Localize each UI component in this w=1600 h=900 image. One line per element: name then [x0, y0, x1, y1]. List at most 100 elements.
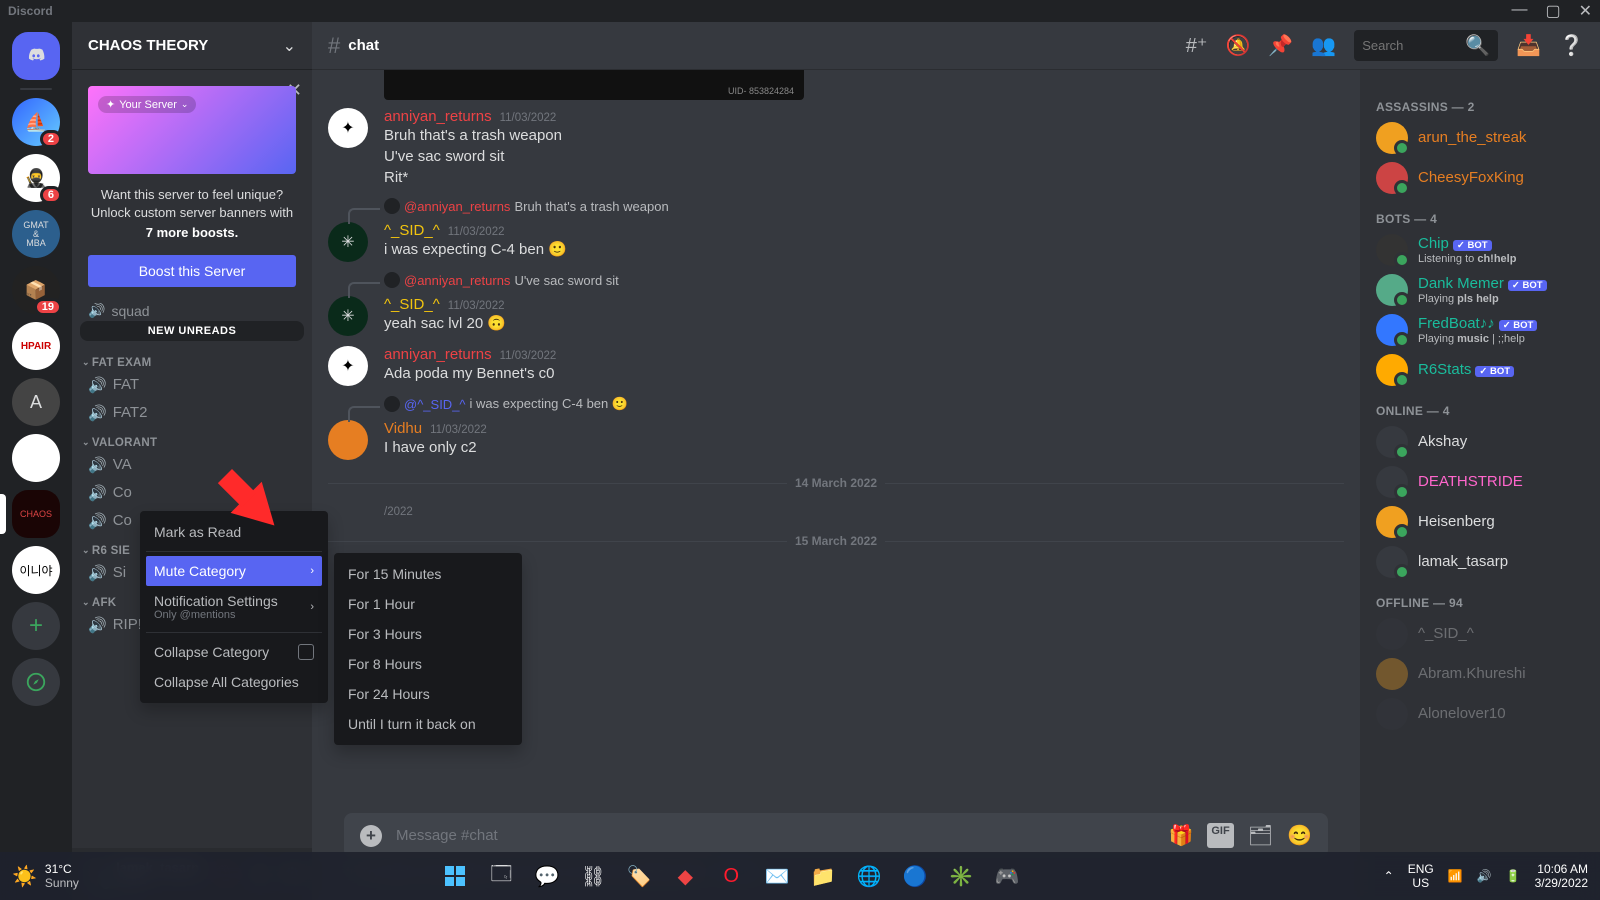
- search-box[interactable]: 🔍: [1354, 30, 1498, 61]
- boost-server-button[interactable]: Boost this Server: [88, 255, 296, 287]
- weather-widget[interactable]: ☀️ 31°CSunny: [12, 862, 79, 890]
- member-item[interactable]: Heisenberg: [1368, 502, 1592, 542]
- volume-icon[interactable]: 🔊: [1477, 869, 1492, 883]
- menu-mute-3h[interactable]: For 3 Hours: [340, 619, 516, 649]
- member-item[interactable]: R6Stats✓ BOT: [1368, 350, 1592, 390]
- gift-button[interactable]: 🎁: [1168, 823, 1193, 848]
- server-icon-active[interactable]: CHAOS: [12, 490, 60, 538]
- menu-mute-15m[interactable]: For 15 Minutes: [340, 559, 516, 589]
- help-button[interactable]: ❔: [1559, 33, 1584, 58]
- taskbar-app[interactable]: 🗔: [481, 856, 521, 896]
- taskbar-app[interactable]: 🔵: [895, 856, 935, 896]
- member-item[interactable]: Akshay: [1368, 422, 1592, 462]
- server-icon[interactable]: ⛵2: [12, 98, 60, 146]
- minimize-button[interactable]: —: [1511, 1, 1527, 21]
- add-server-button[interactable]: +: [12, 602, 60, 650]
- battery-icon[interactable]: 🔋: [1506, 869, 1521, 883]
- speaker-icon: 🔊: [88, 564, 107, 582]
- new-unreads-pill[interactable]: NEW UNREADS: [80, 321, 304, 341]
- taskbar-app[interactable]: ✉️: [757, 856, 797, 896]
- member-item[interactable]: lamak_tasarp: [1368, 542, 1592, 582]
- menu-notification-settings[interactable]: Notification SettingsOnly @mentions›: [146, 586, 322, 628]
- member-item[interactable]: arun_the_streak: [1368, 118, 1592, 158]
- reply-reference[interactable]: @^_SID_^i was expecting C-4 ben 🙂: [328, 396, 1344, 412]
- language-indicator[interactable]: ENGUS: [1408, 862, 1434, 890]
- taskbar-app[interactable]: 🏷️: [619, 856, 659, 896]
- gif-button[interactable]: GIF: [1207, 823, 1233, 848]
- avatar[interactable]: ✳: [328, 222, 368, 262]
- taskbar: ☀️ 31°CSunny 🗔 💬 ⛓ 🏷️ ◆ O ✉️ 📁 🌐 🔵 ✳️ 🎮 …: [0, 852, 1600, 900]
- taskbar-app[interactable]: 🎮: [987, 856, 1027, 896]
- server-icon[interactable]: A: [12, 378, 60, 426]
- reply-reference[interactable]: @anniyan_returnsBruh that's a trash weap…: [328, 198, 1344, 214]
- explore-button[interactable]: [12, 658, 60, 706]
- server-icon[interactable]: 📦19: [12, 266, 60, 314]
- taskbar-app[interactable]: 🌐: [849, 856, 889, 896]
- server-icon[interactable]: 🥷6: [12, 154, 60, 202]
- avatar[interactable]: ✦: [328, 108, 368, 148]
- category-header[interactable]: ⌄FAT EXAM: [80, 347, 304, 371]
- wifi-icon[interactable]: 📶: [1448, 869, 1463, 883]
- taskbar-app[interactable]: 💬: [527, 856, 567, 896]
- menu-mute-8h[interactable]: For 8 Hours: [340, 649, 516, 679]
- taskbar-app[interactable]: O: [711, 856, 751, 896]
- taskbar-app[interactable]: ◆: [665, 856, 705, 896]
- titlebar: Discord — ▢ ✕: [0, 0, 1600, 22]
- server-icon[interactable]: 이니야: [12, 546, 60, 594]
- search-input[interactable]: [1362, 38, 1465, 53]
- member-item[interactable]: Chip✓ BOTListening to ch!help: [1368, 230, 1592, 270]
- start-button[interactable]: [435, 856, 475, 896]
- app-shell: ⛵2 🥷6 GMAT&MBA 📦19 HPAIR A CHAOS 이니야 + C…: [0, 22, 1600, 900]
- channel-item[interactable]: 🔊FAT2: [80, 399, 304, 427]
- server-header[interactable]: CHAOS THEORY ⌄: [72, 22, 312, 70]
- notifications-button[interactable]: 🔕: [1225, 33, 1250, 58]
- home-button[interactable]: [12, 32, 60, 80]
- menu-collapse-category[interactable]: Collapse Category: [146, 637, 322, 667]
- member-item[interactable]: DEATHSTRIDE: [1368, 462, 1592, 502]
- threads-button[interactable]: #⁺: [1186, 33, 1208, 58]
- pinned-button[interactable]: 📌: [1268, 33, 1293, 58]
- menu-mark-read[interactable]: Mark as Read: [146, 517, 322, 547]
- boost-card: ✕ ✦Your Server⌄ Want this server to feel…: [88, 86, 296, 287]
- member-item[interactable]: Abram.Khureshi: [1368, 654, 1592, 694]
- taskbar-app[interactable]: ✳️: [941, 856, 981, 896]
- chevron-down-icon: ⌄: [82, 597, 90, 608]
- discord-logo-icon: [25, 45, 47, 67]
- menu-mute-until-off[interactable]: Until I turn it back on: [340, 709, 516, 739]
- menu-mute-1h[interactable]: For 1 Hour: [340, 589, 516, 619]
- inbox-button[interactable]: 📥: [1516, 33, 1541, 58]
- member-item[interactable]: Alonelover10: [1368, 694, 1592, 734]
- reply-reference[interactable]: @anniyan_returnsU've sac sword sit: [328, 272, 1344, 288]
- taskbar-app[interactable]: 📁: [803, 856, 843, 896]
- close-button[interactable]: ✕: [1579, 1, 1592, 21]
- members-button[interactable]: 👥: [1311, 33, 1336, 58]
- speaker-icon: 🔊: [88, 376, 107, 394]
- avatar[interactable]: ✦: [328, 346, 368, 386]
- speaker-icon: 🔊: [88, 303, 105, 319]
- sticker-button[interactable]: 🗂: [1248, 823, 1273, 848]
- server-icon[interactable]: GMAT&MBA: [12, 210, 60, 258]
- channel-item[interactable]: 🔊VA: [80, 451, 304, 479]
- attach-button[interactable]: +: [360, 825, 382, 847]
- member-item[interactable]: ^_SID_^: [1368, 614, 1592, 654]
- menu-mute-category[interactable]: Mute Category›: [146, 556, 322, 586]
- taskbar-app[interactable]: ⛓: [573, 856, 613, 896]
- avatar[interactable]: [328, 420, 368, 460]
- avatar[interactable]: ✳: [328, 296, 368, 336]
- message-list: UID- 853824284 ✦ anniyan_returns11/03/20…: [312, 70, 1360, 900]
- embed-image[interactable]: UID- 853824284: [384, 70, 804, 100]
- channel-item[interactable]: 🔊FAT: [80, 371, 304, 399]
- server-icon[interactable]: [12, 434, 60, 482]
- member-item[interactable]: CheesyFoxKing: [1368, 158, 1592, 198]
- category-header[interactable]: ⌄VALORANT: [80, 427, 304, 451]
- emoji-button[interactable]: 😊: [1287, 823, 1312, 848]
- menu-collapse-all[interactable]: Collapse All Categories: [146, 667, 322, 697]
- server-icon[interactable]: HPAIR: [12, 322, 60, 370]
- clock[interactable]: 10:06 AM3/29/2022: [1535, 862, 1588, 890]
- tray-chevron[interactable]: ⌃: [1384, 869, 1394, 883]
- member-item[interactable]: Dank Memer✓ BOTPlaying pls help: [1368, 270, 1592, 310]
- channel-item[interactable]: 🔊squad: [80, 303, 304, 319]
- maximize-button[interactable]: ▢: [1545, 1, 1560, 21]
- member-item[interactable]: FredBoat♪♪✓ BOTPlaying music | ;;help: [1368, 310, 1592, 350]
- menu-mute-24h[interactable]: For 24 Hours: [340, 679, 516, 709]
